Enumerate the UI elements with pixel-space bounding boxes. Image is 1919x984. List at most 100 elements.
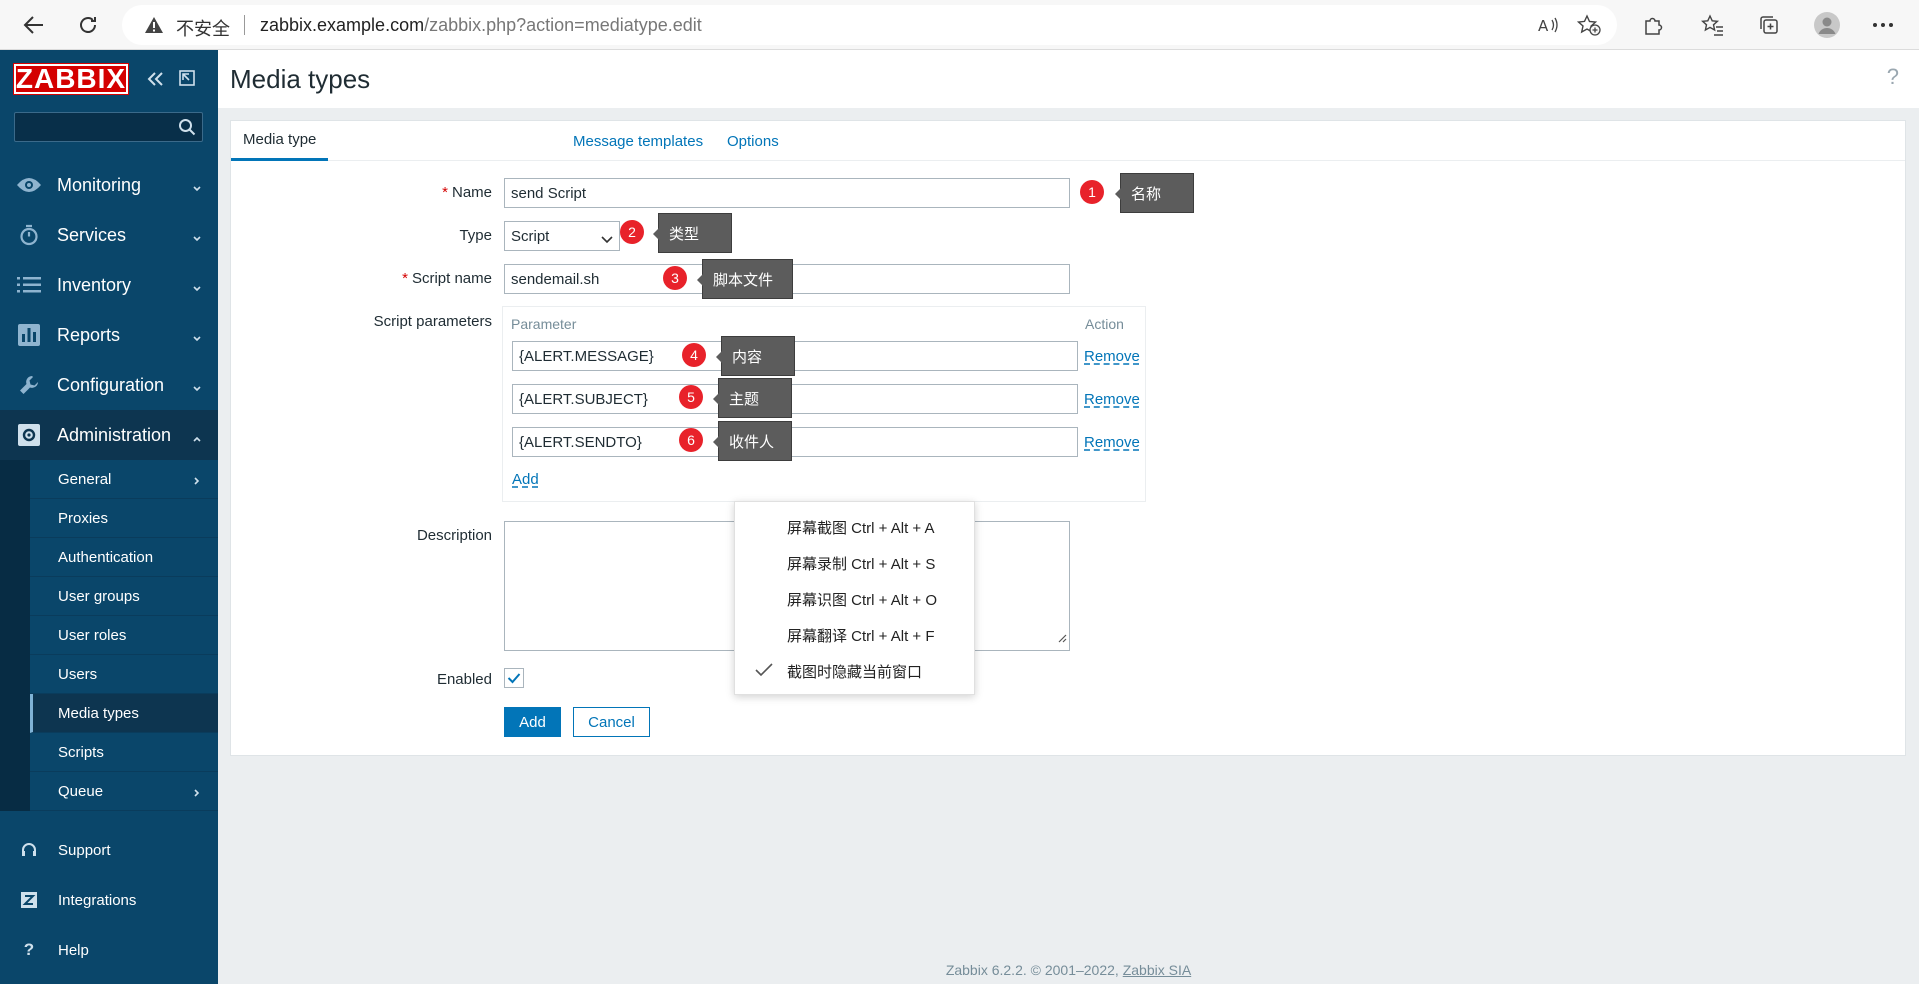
menu-item-help[interactable]: ? Help <box>0 925 218 975</box>
annotation-callout: 主题 <box>713 378 792 418</box>
script-name-label-text: Script name <box>411 270 492 287</box>
ctx-item-screen-translate[interactable]: 屏幕翻译 Ctrl + Alt + F <box>735 617 974 653</box>
bar-chart-icon <box>16 323 42 347</box>
cancel-button[interactable]: Cancel <box>573 707 650 737</box>
submenu-item-general[interactable]: General <box>30 460 218 499</box>
read-aloud-button[interactable]: A <box>1535 12 1561 38</box>
type-select-value: Script <box>511 227 550 245</box>
chevron-right-icon <box>192 473 202 490</box>
submenu-item-media-types[interactable]: Media types <box>30 694 218 733</box>
submenu-item-proxies[interactable]: Proxies <box>30 499 218 538</box>
menu-item-inventory[interactable]: Inventory <box>0 260 218 310</box>
address-bar[interactable]: 不安全 zabbix.example.com/zabbix.php?action… <box>122 5 1617 45</box>
tab-message-templates[interactable]: Message templates <box>561 121 715 161</box>
footer-link[interactable]: Zabbix SIA <box>1123 962 1191 978</box>
chevron-down-icon <box>192 228 202 249</box>
enabled-checkbox[interactable] <box>504 668 524 688</box>
ctx-item-label: 屏幕录制 Ctrl + Alt + S <box>787 555 936 573</box>
remove-param-link[interactable]: Remove <box>1084 348 1140 365</box>
puzzle-icon <box>1645 17 1663 35</box>
action-column-header: Action <box>1085 316 1124 332</box>
menu-item-configuration[interactable]: Configuration <box>0 360 218 410</box>
annotation-callout: 名称 <box>1115 173 1194 213</box>
collapse-sidebar-icon[interactable] <box>146 69 166 94</box>
submenu-item-queue[interactable]: Queue <box>30 772 218 811</box>
kiosk-mode-icon[interactable] <box>178 69 196 92</box>
menu-item-administration[interactable]: Administration <box>0 410 218 460</box>
chevron-right-icon <box>192 785 202 802</box>
parameter-column-header: Parameter <box>511 316 577 332</box>
main-menu: Monitoring Services Inventory Reports Co… <box>0 160 218 811</box>
ctx-item-screen-ocr[interactable]: 屏幕识图 Ctrl + Alt + O <box>735 581 974 617</box>
footer-text: Zabbix 6.2.2. © 2001–2022, <box>945 962 1119 978</box>
add-button[interactable]: Add <box>504 707 561 737</box>
menu-item-integrations[interactable]: Integrations <box>0 875 218 925</box>
search-icon[interactable] <box>178 118 196 141</box>
menu-item-label: Configuration <box>57 374 165 395</box>
list-icon <box>16 273 42 297</box>
check-icon <box>507 673 521 684</box>
favorites-button[interactable] <box>1700 12 1726 38</box>
reload-button[interactable] <box>72 9 104 41</box>
back-button[interactable] <box>18 9 50 41</box>
more-button[interactable] <box>1870 12 1896 38</box>
stopwatch-icon <box>16 223 42 247</box>
resize-handle-icon[interactable] <box>1057 630 1067 648</box>
help-icon[interactable]: ? <box>1887 64 1899 90</box>
page-title: Media types <box>230 64 371 94</box>
warning-icon <box>144 16 164 39</box>
chevron-down-icon <box>192 378 202 399</box>
type-select[interactable]: Script <box>504 221 620 251</box>
favorites-list-icon <box>1701 14 1723 36</box>
name-label: * Name <box>360 184 492 201</box>
remove-param-link[interactable]: Remove <box>1084 434 1140 451</box>
annotation-callout: 收件人 <box>713 421 792 461</box>
sidebar-search-input[interactable] <box>14 112 203 142</box>
remove-param-link[interactable]: Remove <box>1084 391 1140 408</box>
submenu-item-label: Proxies <box>58 509 109 527</box>
zabbix-logo[interactable]: ZABBIX <box>13 63 129 95</box>
profile-button[interactable] <box>1814 12 1840 38</box>
menu-item-services[interactable]: Services <box>0 210 218 260</box>
submenu-item-user-roles[interactable]: User roles <box>30 616 218 655</box>
tab-bar: Media type Message templates Options <box>231 121 1905 161</box>
param-input[interactable]: {ALERT.SENDTO} <box>512 427 1078 457</box>
name-label-text: Name <box>451 184 492 201</box>
ctx-item-label: 屏幕截图 Ctrl + Alt + A <box>787 519 935 537</box>
submenu-item-label: User groups <box>58 587 140 605</box>
insecure-label: 不安全 <box>176 19 230 39</box>
menu-item-support[interactable]: Support <box>0 825 218 875</box>
param-input[interactable]: {ALERT.SUBJECT} <box>512 384 1078 414</box>
url-path: /zabbix.php?action=mediatype.edit <box>424 15 702 35</box>
menu-item-monitoring[interactable]: Monitoring <box>0 160 218 210</box>
sidebar: ZABBIX Monitoring Services Inventory Rep… <box>0 50 218 984</box>
submenu-item-authentication[interactable]: Authentication <box>30 538 218 577</box>
collections-button[interactable] <box>1756 12 1782 38</box>
tab-options[interactable]: Options <box>715 121 791 161</box>
extensions-button[interactable] <box>1640 12 1666 38</box>
submenu-item-user-groups[interactable]: User groups <box>30 577 218 616</box>
ctx-item-screen-record[interactable]: 屏幕录制 Ctrl + Alt + S <box>735 545 974 581</box>
ctx-item-screenshot[interactable]: 屏幕截图 Ctrl + Alt + A <box>735 509 974 545</box>
menu-item-reports[interactable]: Reports <box>0 310 218 360</box>
required-mark: * <box>442 184 448 201</box>
submenu-item-label: Scripts <box>58 743 104 761</box>
submenu-item-scripts[interactable]: Scripts <box>30 733 218 772</box>
chevron-down-icon <box>192 328 202 349</box>
favorite-add-button[interactable] <box>1576 12 1602 38</box>
footer: Zabbix 6.2.2. © 2001–2022, Zabbix SIA <box>218 962 1919 978</box>
submenu-item-label: Authentication <box>58 548 154 566</box>
name-input[interactable]: send Script <box>504 178 1070 208</box>
script-parameters-label: Script parameters <box>373 313 492 330</box>
question-icon: ? <box>23 940 35 959</box>
annotation-badge: 2 <box>620 220 644 244</box>
tab-media-type[interactable]: Media type <box>231 121 329 161</box>
menu-item-label: Administration <box>57 424 172 445</box>
add-param-link[interactable]: Add <box>512 471 539 488</box>
ctx-item-hide-window[interactable]: 截图时隐藏当前窗口 <box>735 653 974 689</box>
param-input[interactable]: {ALERT.MESSAGE} <box>512 341 1078 371</box>
annotation-badge: 5 <box>679 385 703 409</box>
submenu-item-users[interactable]: Users <box>30 655 218 694</box>
back-arrow-icon <box>23 16 43 34</box>
submenu-item-label: General <box>58 470 112 488</box>
